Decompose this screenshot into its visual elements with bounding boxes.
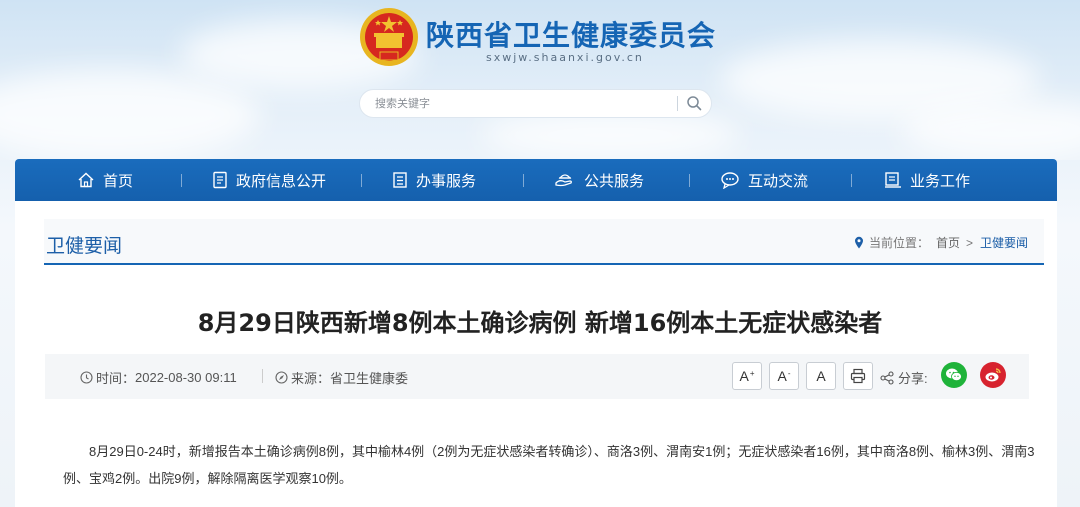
time-label: 时间：	[96, 371, 136, 386]
compass-icon	[275, 371, 288, 384]
work-icon	[885, 172, 901, 188]
clock-icon	[80, 371, 93, 384]
home-icon	[78, 172, 94, 188]
site-header: 陕西省卫生健康委员会 sxwjw.shaanxi.gov.cn	[0, 0, 1080, 160]
print-icon	[850, 368, 866, 384]
share-weibo-button[interactable]	[980, 362, 1006, 388]
nav-label: 政府信息公开	[236, 172, 327, 190]
font-reset-button[interactable]: A	[806, 362, 836, 390]
nav-divider	[361, 174, 362, 187]
breadcrumb: 当前位置： 首页 > 卫健要闻	[854, 234, 1028, 251]
publish-time: 时间： 2022-08-30 09:11	[80, 368, 237, 387]
source-label: 来源：	[291, 371, 331, 386]
font-increase-label: A	[739, 368, 749, 384]
breadcrumb-separator: >	[965, 235, 973, 250]
article-title: 8月29日陕西新增8例本土确诊病例 新增16例本土无症状感染者	[197, 309, 883, 337]
font-reset-label: A	[816, 368, 826, 384]
time-value: 2022-08-30 09:11	[135, 370, 237, 385]
section-title[interactable]: 卫健要闻	[46, 231, 122, 258]
nav-label: 首页	[103, 172, 134, 190]
search-input[interactable]	[375, 96, 665, 112]
search-icon[interactable]	[686, 95, 702, 111]
weibo-icon	[985, 368, 1001, 382]
nav-divider	[851, 174, 852, 187]
national-emblem-icon	[360, 8, 418, 66]
plus-icon: +	[749, 368, 755, 378]
share-icon	[880, 370, 894, 385]
share-wechat-button[interactable]	[941, 362, 967, 388]
nav-label: 互动交流	[748, 172, 809, 190]
site-domain: sxwjw.shaanxi.gov.cn	[486, 51, 644, 64]
article-body: 8月29日0-24时，新增报告本土确诊病例8例，其中榆林4例（2例为无症状感染者…	[63, 444, 1035, 486]
print-button[interactable]	[843, 362, 873, 390]
breadcrumb-home[interactable]: 首页	[936, 234, 960, 251]
source-value: 省卫生健康委	[330, 371, 409, 386]
minus-icon: -	[787, 368, 791, 378]
chat-icon	[721, 172, 739, 189]
nav-divider	[523, 174, 524, 187]
wechat-icon	[946, 368, 962, 382]
nav-item-work[interactable]: 业务工作	[884, 159, 970, 201]
nav-label: 办事服务	[416, 172, 477, 190]
nav-label: 公共服务	[584, 172, 645, 190]
site-title[interactable]: 陕西省卫生健康委员会	[426, 14, 716, 54]
location-pin-icon	[854, 236, 863, 249]
nav-item-home[interactable]: 首页	[77, 159, 133, 201]
nav-divider	[181, 174, 182, 187]
service-icon	[555, 174, 572, 187]
search-box	[359, 89, 712, 118]
font-increase-button[interactable]: A +	[732, 362, 762, 390]
share-section: 分享:	[880, 368, 928, 387]
document-icon	[213, 171, 227, 189]
breadcrumb-prefix: 当前位置：	[868, 236, 929, 250]
nav-divider	[689, 174, 690, 187]
nav-item-gov-info[interactable]: 政府信息公开	[212, 159, 326, 201]
nav-label: 业务工作	[910, 172, 971, 190]
article-source: 来源： 省卫生健康委	[275, 368, 408, 387]
nav-item-interaction[interactable]: 互动交流	[720, 159, 808, 201]
meta-divider	[262, 369, 263, 383]
form-icon	[393, 172, 407, 188]
search-divider	[677, 96, 678, 111]
font-decrease-button[interactable]: A-	[769, 362, 799, 390]
share-label: 分享:	[898, 371, 928, 386]
nav-item-services[interactable]: 办事服务	[392, 159, 476, 201]
font-decrease-label: A	[777, 368, 787, 384]
main-nav: 首页 政府信息公开 办事服务 公共服务 互动交流 业务工作	[15, 159, 1057, 201]
breadcrumb-current[interactable]: 卫健要闻	[980, 234, 1028, 251]
nav-item-public-service[interactable]: 公共服务	[554, 159, 644, 201]
